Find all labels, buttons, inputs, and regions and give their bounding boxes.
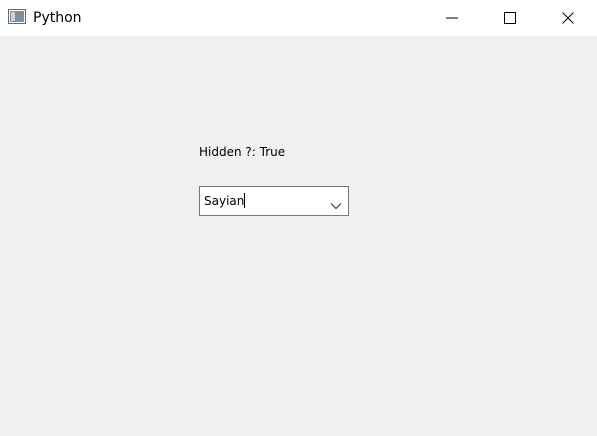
close-button[interactable] (539, 0, 597, 36)
window-title: Python (33, 10, 82, 26)
app-window: Python Hidden ?: True Sayian (0, 0, 597, 436)
maximize-icon (504, 9, 516, 28)
minimize-icon (446, 9, 458, 28)
close-icon (562, 9, 574, 28)
editable-combo-box[interactable]: Sayian (199, 186, 349, 216)
combo-value: Sayian (204, 194, 245, 208)
chevron-down-icon[interactable] (330, 196, 342, 210)
maximize-button[interactable] (481, 0, 539, 36)
combo-input[interactable]: Sayian (204, 193, 246, 209)
text-cursor (244, 193, 246, 208)
minimize-button[interactable] (423, 0, 481, 36)
python-app-icon (8, 9, 26, 24)
title-bar[interactable]: Python (0, 0, 597, 36)
hidden-status-label: Hidden ?: True (199, 145, 286, 159)
